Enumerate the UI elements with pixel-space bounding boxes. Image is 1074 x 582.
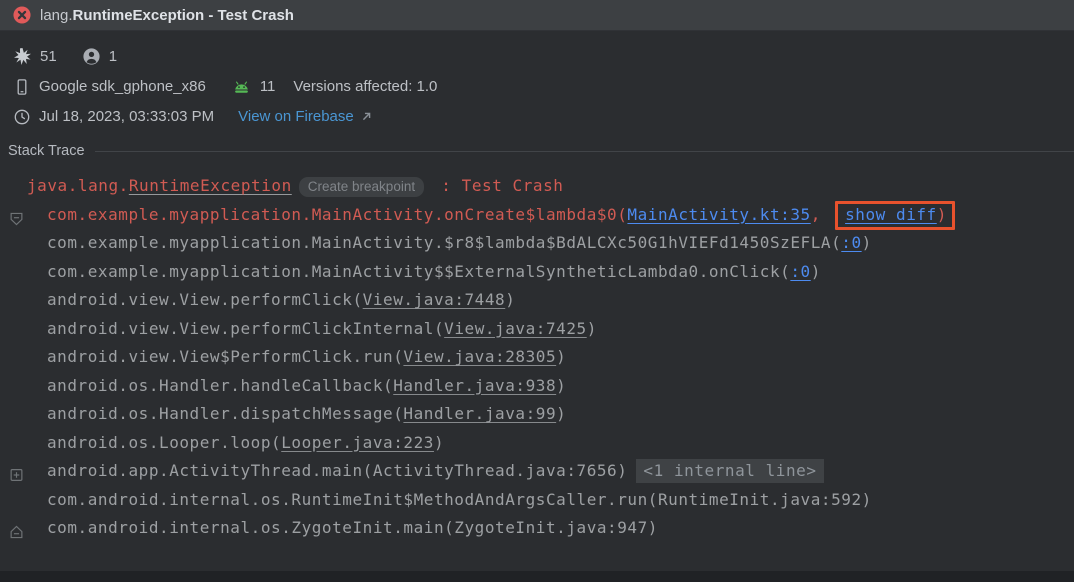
stack-text: ) (862, 233, 872, 252)
stack-text: ) (811, 262, 821, 281)
stack-text: android.os.Looper.loop( (47, 433, 281, 452)
panel-bottom-edge (0, 571, 1074, 582)
frame-text: android.os.Handler.handleCallback(Handle… (47, 372, 566, 401)
stack-frame: java.lang.RuntimeException Create breakpo… (0, 172, 1074, 201)
stack-frame: android.os.Handler.handleCallback(Handle… (0, 372, 1074, 401)
fold-top-icon[interactable] (9, 207, 24, 222)
versions-affected: Versions affected: 1.0 (293, 78, 437, 95)
stack-text: ) (556, 347, 566, 366)
device-icon (14, 79, 30, 95)
stack-text: , (811, 205, 831, 224)
source-link[interactable]: :0 (841, 233, 861, 252)
view-on-firebase-link[interactable]: View on Firebase (238, 108, 354, 125)
exception-class-link: RuntimeException (129, 176, 292, 195)
stack-frame: com.android.internal.os.RuntimeInit$Meth… (0, 486, 1074, 515)
device-name: Google sdk_gphone_x86 (39, 78, 206, 95)
stack-text: ) (434, 433, 444, 452)
event-timestamp: Jul 18, 2023, 03:33:03 PM (39, 108, 214, 125)
stack-text: android.os.Handler.handleCallback( (47, 376, 393, 395)
stack-text: ) (556, 404, 566, 423)
stack-text: com.example.myapplication.MainActivity$$… (47, 262, 790, 281)
frame-text: com.android.internal.os.RuntimeInit$Meth… (47, 486, 872, 515)
stack-frame: android.view.View.performClick(View.java… (0, 286, 1074, 315)
stack-frame: android.app.ActivityThread.main(Activity… (0, 457, 1074, 486)
stack-text: android.app.ActivityThread.main(Activity… (47, 461, 627, 480)
api-level: 11 (260, 78, 276, 95)
source-link[interactable]: Looper.java:223 (281, 433, 434, 452)
stack-text: com.android.internal.os.RuntimeInit$Meth… (47, 490, 872, 509)
device-row: Google sdk_gphone_x86 11 Versions affect… (14, 76, 1074, 97)
frame-text: android.view.View.performClick(View.java… (47, 286, 515, 315)
stack-text: android.view.View$PerformClick.run( (47, 347, 403, 366)
panel-title: lang.RuntimeException - Test Crash (40, 7, 294, 24)
show-diff-highlight-box: show diff) (835, 201, 955, 230)
frame-text: android.view.View.performClickInternal(V… (47, 315, 597, 344)
source-link[interactable]: Handler.java:938 (393, 376, 556, 395)
stack-frame: android.view.View$PerformClick.run(View.… (0, 343, 1074, 372)
stack-text: java.lang. (27, 176, 129, 195)
stack-text: android.os.Handler.dispatchMessage( (47, 404, 403, 423)
source-link[interactable]: :0 (790, 262, 810, 281)
stack-trace-label: Stack Trace (8, 143, 85, 159)
stack-text: com.example.myapplication.MainActivity.o… (47, 205, 627, 224)
fold-plus-icon[interactable] (9, 464, 24, 479)
stack-text: android.view.View.performClick( (47, 290, 363, 309)
stack-frame: android.view.View.performClickInternal(V… (0, 315, 1074, 344)
error-icon (13, 6, 31, 24)
frame-text: android.os.Handler.dispatchMessage(Handl… (47, 400, 566, 429)
section-divider (95, 151, 1074, 152)
crash-count: 51 (40, 48, 57, 65)
stack-frame: android.os.Looper.loop(Looper.java:223) (0, 429, 1074, 458)
show-diff-link[interactable]: show diff (845, 205, 937, 224)
stack-frames: java.lang.RuntimeException Create breakpo… (0, 172, 1074, 543)
stack-text: android.view.View.performClickInternal( (47, 319, 444, 338)
source-link[interactable]: View.java:7448 (363, 290, 506, 309)
frame-text: java.lang.RuntimeException Create breakpo… (27, 172, 563, 202)
frame-text: android.view.View$PerformClick.run(View.… (47, 343, 566, 372)
stack-frame: com.example.myapplication.MainActivity$$… (0, 258, 1074, 287)
frame-text: android.os.Looper.loop(Looper.java:223) (47, 429, 444, 458)
crash-detail-titlebar: lang.RuntimeException - Test Crash (0, 0, 1074, 31)
fold-bottom-icon[interactable] (9, 521, 24, 536)
stack-trace-section-header: Stack Trace (0, 141, 1074, 161)
clock-icon (14, 109, 30, 125)
stack-text: ) (587, 319, 597, 338)
stack-text: com.example.myapplication.MainActivity.$… (47, 233, 841, 252)
crash-count-icon (14, 48, 31, 65)
frame-text: com.example.myapplication.MainActivity$$… (47, 258, 821, 287)
create-breakpoint-hint[interactable]: Create breakpoint (299, 177, 424, 197)
stack-frame: com.example.myapplication.MainActivity.o… (0, 201, 1074, 230)
stack-text: : Test Crash (431, 176, 563, 195)
crash-metadata: 51 1 Google sdk_gphone_x86 (0, 31, 1074, 127)
source-link[interactable]: View.java:28305 (403, 347, 556, 366)
user-count: 1 (109, 48, 117, 65)
users-icon (83, 48, 100, 65)
external-link-icon (361, 111, 372, 122)
stack-frame: android.os.Handler.dispatchMessage(Handl… (0, 400, 1074, 429)
frame-text: com.example.myapplication.MainActivity.$… (47, 229, 872, 258)
stack-text: ) (937, 205, 947, 224)
mainactivity-source-link[interactable]: MainActivity.kt:35 (627, 205, 810, 224)
event-time-row: Jul 18, 2023, 03:33:03 PM View on Fireba… (14, 106, 1074, 127)
frame-text: android.app.ActivityThread.main(Activity… (47, 457, 824, 486)
stack-frame: com.android.internal.os.ZygoteInit.main(… (0, 514, 1074, 543)
internal-lines-badge[interactable]: <1 internal line> (636, 459, 823, 483)
source-link[interactable]: Handler.java:99 (403, 404, 556, 423)
frame-text: com.example.myapplication.MainActivity.o… (47, 201, 955, 230)
stack-text: ) (505, 290, 515, 309)
android-icon (232, 80, 251, 94)
stats-row: 51 1 (14, 46, 1074, 67)
stack-frame: com.example.myapplication.MainActivity.$… (0, 229, 1074, 258)
frame-text: com.android.internal.os.ZygoteInit.main(… (47, 514, 658, 543)
source-link[interactable]: View.java:7425 (444, 319, 587, 338)
stack-text: com.android.internal.os.ZygoteInit.main(… (47, 518, 658, 537)
stack-text: ) (556, 376, 566, 395)
